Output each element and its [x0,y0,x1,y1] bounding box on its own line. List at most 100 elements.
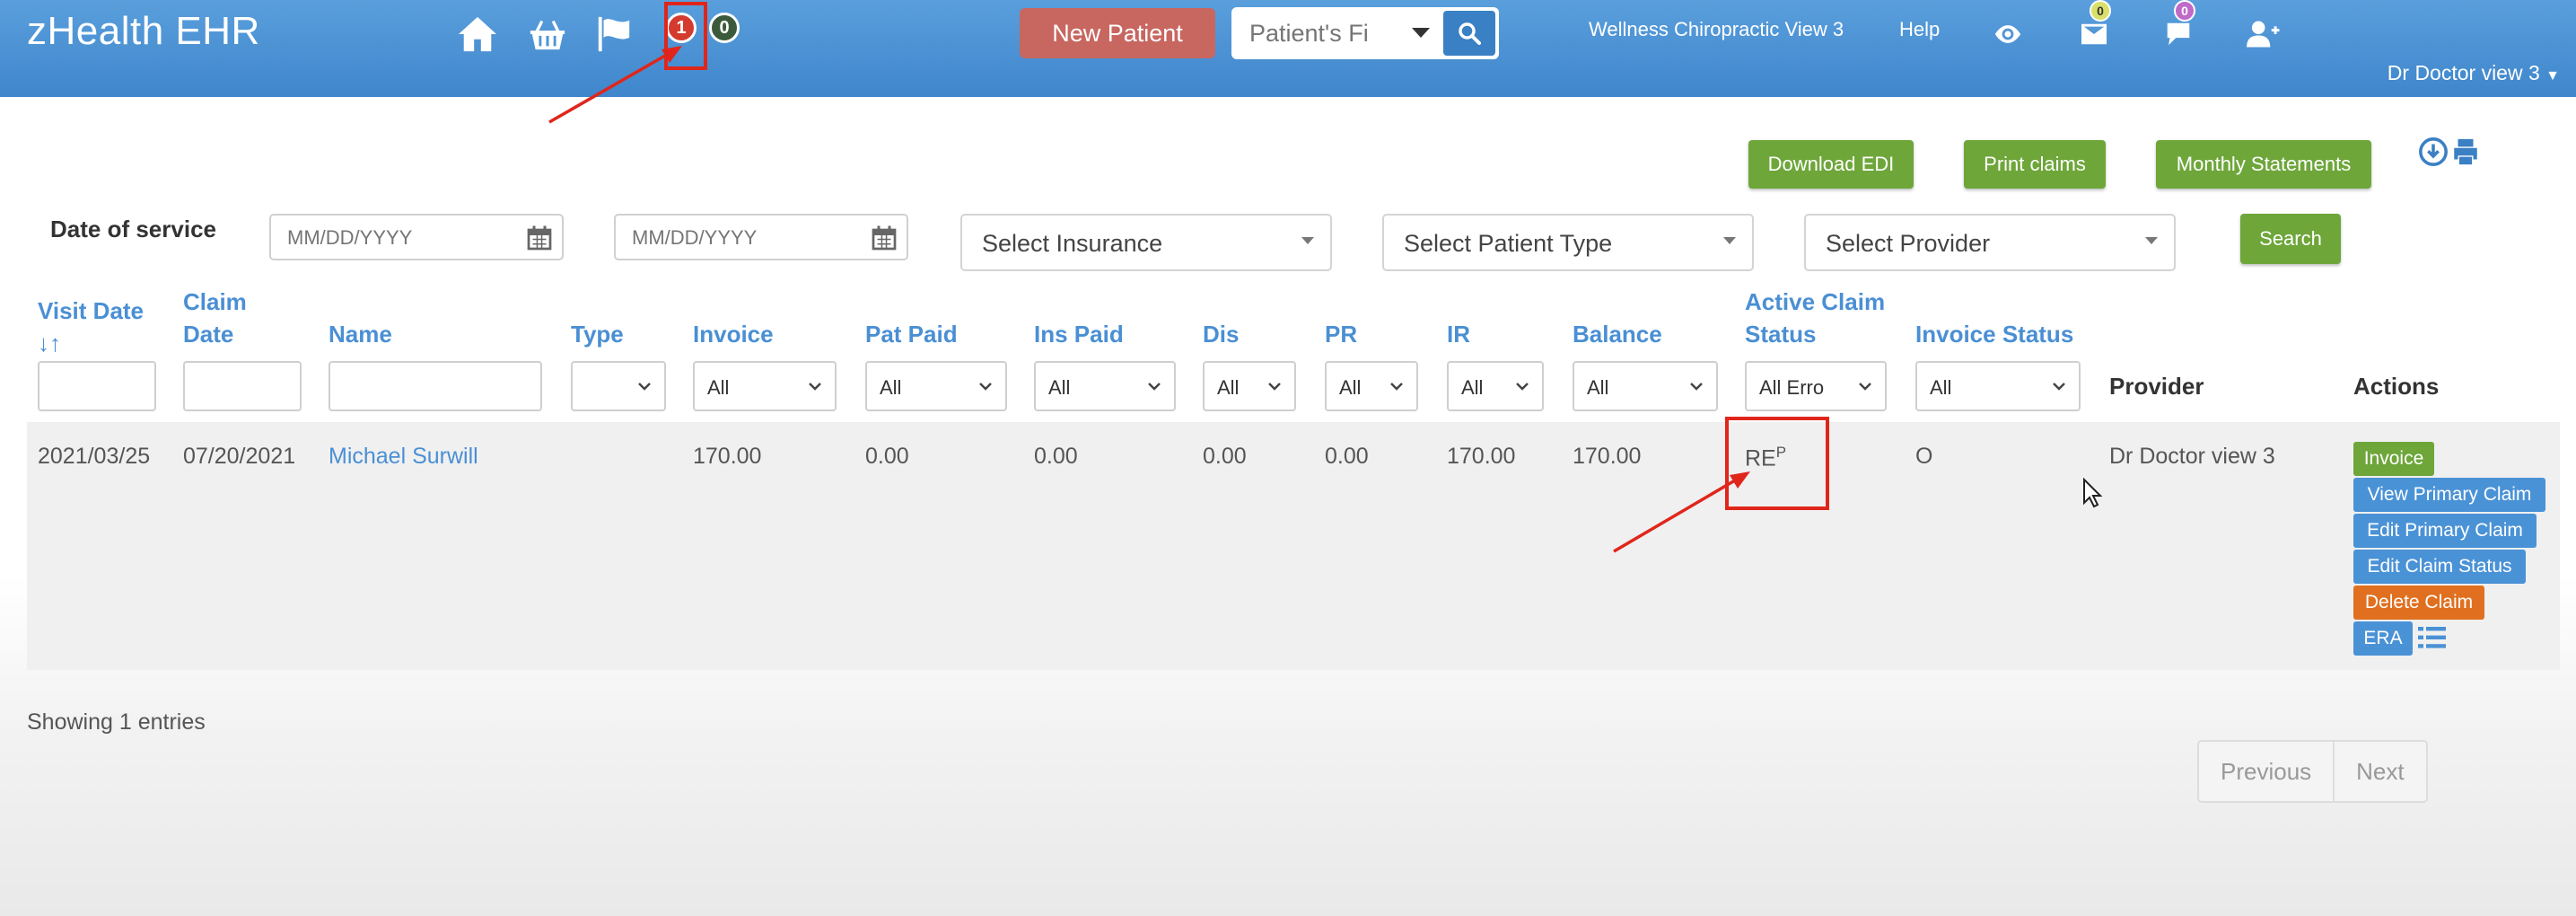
annotation-box [1725,417,1829,510]
chevron-down-icon [809,383,821,391]
next-page-button[interactable]: Next [2333,742,2425,801]
previous-page-button[interactable]: Previous [2199,742,2333,801]
caret-down-icon: ▼ [2545,68,2560,84]
invoice-button[interactable]: Invoice [2353,442,2434,476]
patient-search [1231,7,1499,59]
col-visit-date[interactable]: Visit Date ↓↑ [38,295,144,359]
patient-type-select[interactable]: Select Patient Type [1382,214,1754,271]
delete-claim-button[interactable]: Delete Claim [2353,586,2484,620]
chevron-down-icon [1516,383,1529,391]
home-icon[interactable] [454,13,501,56]
add-user-icon[interactable] [2240,13,2287,56]
app-brand[interactable]: zHealth EHR [27,9,260,54]
clinic-name-link[interactable]: Wellness Chiropractic View 3 [1589,18,1844,41]
claim-status-filter-select[interactable]: All Erro [1745,361,1887,411]
calendar-icon[interactable] [526,225,553,251]
ins-paid-cell: 0.00 [1034,444,1078,469]
download-icon[interactable] [2418,137,2449,167]
chat-badge: 0 [2174,0,2195,22]
ir-cell: 170.00 [1447,444,1516,469]
pat-paid-cell: 0.00 [865,444,909,469]
chevron-down-icon [1690,383,1703,391]
entries-count: Showing 1 entries [27,709,206,735]
dis-filter-select[interactable]: All [1203,361,1296,411]
list-icon[interactable] [2418,625,2447,650]
chevron-down-icon [979,383,992,391]
chevron-down-icon [638,383,651,391]
col-dis[interactable]: Dis [1203,318,1239,350]
dis-cell: 0.00 [1203,444,1247,469]
col-provider: Provider [2109,373,2204,400]
invoice-cell: 170.00 [693,444,762,469]
chevron-down-icon [2053,383,2065,391]
provider-select[interactable]: Select Provider [1804,214,2176,271]
search-button[interactable] [1443,11,1495,56]
mouse-cursor-icon [2083,478,2103,508]
ins-paid-filter-select[interactable]: All [1034,361,1176,411]
eye-icon[interactable] [1985,13,2030,56]
col-name[interactable]: Name [329,318,392,350]
pr-cell: 0.00 [1325,444,1369,469]
col-type[interactable]: Type [571,318,624,350]
view-primary-claim-button[interactable]: View Primary Claim [2353,478,2545,512]
help-link[interactable]: Help [1899,18,1940,41]
balance-filter-select[interactable]: All [1573,361,1718,411]
type-filter-select[interactable] [571,361,666,411]
visit-date-filter-input[interactable] [38,361,156,411]
flag-icon[interactable] [591,13,637,56]
caret-down-icon [2145,237,2158,244]
date-of-service-label: Date of service [50,216,216,242]
patient-name-link[interactable]: Michael Surwill [329,444,478,470]
name-filter-input[interactable] [329,361,542,411]
monthly-statements-button[interactable]: Monthly Statements [2156,140,2371,189]
col-ir[interactable]: IR [1447,318,1470,350]
claim-date-filter-input[interactable] [183,361,302,411]
download-edi-button[interactable]: Download EDI [1748,140,1914,189]
sort-icon[interactable]: ↓↑ [38,327,144,359]
chevron-down-icon[interactable] [1398,11,1443,56]
calendar-icon[interactable] [871,225,898,251]
user-name: Dr Doctor view 3 [2387,61,2540,84]
top-navbar: zHealth EHR 1 0 New Patient Wellness Chi… [0,0,2576,97]
invoice-filter-select[interactable]: All [693,361,837,411]
search-icon [1459,22,1481,45]
print-claims-button[interactable]: Print claims [1964,140,2106,189]
date-from-input[interactable] [287,226,503,250]
era-button[interactable]: ERA [2353,621,2413,656]
col-actions: Actions [2353,373,2440,400]
ir-filter-select[interactable]: All [1447,361,1544,411]
insurance-select[interactable]: Select Insurance [960,214,1332,271]
claim-date-cell: 07/20/2021 [183,444,296,469]
pr-filter-select[interactable]: All [1325,361,1418,411]
provider-cell: Dr Doctor view 3 [2109,444,2275,469]
date-from-field[interactable] [269,214,564,260]
col-pr[interactable]: PR [1325,318,1357,350]
patient-search-input[interactable] [1249,16,1393,50]
col-invoice-status[interactable]: Invoice Status [1915,318,2073,350]
col-ins-paid[interactable]: Ins Paid [1034,318,1124,350]
basket-icon[interactable] [524,13,571,56]
caret-down-icon [1723,237,1736,244]
pagination: Previous Next [2197,740,2428,803]
user-menu[interactable]: Dr Doctor view 3 ▼ [2388,61,2560,85]
col-invoice[interactable]: Invoice [693,318,774,350]
edit-primary-claim-button[interactable]: Edit Primary Claim [2353,514,2537,548]
chevron-down-icon [1148,383,1161,391]
pat-paid-filter-select[interactable]: All [865,361,1007,411]
search-filter-button[interactable]: Search [2240,214,2341,264]
col-active-claim-status[interactable]: Active Claim Status [1745,286,1885,350]
col-balance[interactable]: Balance [1573,318,1662,350]
invoice-status-cell: O [1915,444,1933,469]
edit-claim-status-button[interactable]: Edit Claim Status [2353,550,2526,584]
new-patient-button[interactable]: New Patient [1020,8,1215,58]
chevron-down-icon [1390,383,1403,391]
annotation-box [664,2,707,70]
invoice-status-filter-select[interactable]: All [1915,361,2081,411]
task-count-badge[interactable]: 0 [709,13,740,43]
col-claim-date[interactable]: Claim Date [183,286,247,350]
print-icon[interactable] [2450,137,2481,167]
col-pat-paid[interactable]: Pat Paid [865,318,958,350]
date-to-input[interactable] [632,226,847,250]
date-to-field[interactable] [614,214,908,260]
inbox-badge: 0 [2090,0,2111,22]
